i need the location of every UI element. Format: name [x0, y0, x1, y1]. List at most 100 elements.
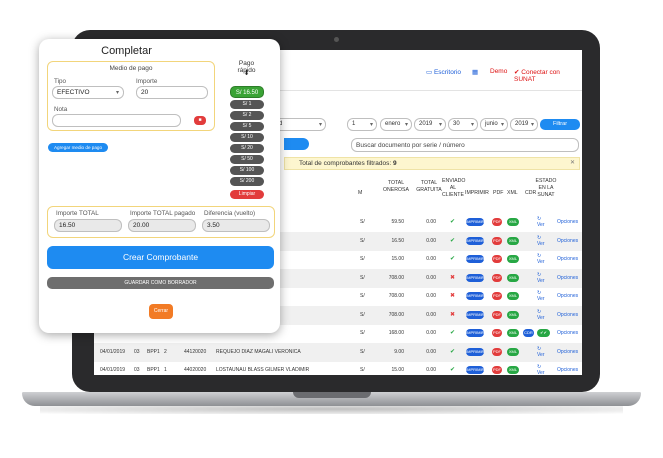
limpiar-button[interactable]: Limpiar	[230, 190, 264, 199]
imprimir-button[interactable]: IMPRIMIR	[466, 329, 484, 337]
pdf-button[interactable]: PDF	[492, 236, 502, 245]
tipo-select[interactable]: EFECTIVO	[52, 86, 124, 99]
ver-link[interactable]: ↻ Ver	[537, 216, 545, 228]
opciones-link[interactable]: Opciones	[557, 312, 578, 318]
opciones-link[interactable]: Opciones	[557, 293, 578, 299]
xml-button[interactable]: XML	[507, 347, 519, 356]
imprimir-button[interactable]: IMPRIMIR	[466, 366, 484, 374]
ver-link[interactable]: ↻ Ver	[537, 235, 545, 247]
day-from-select[interactable]: 1	[347, 118, 377, 131]
pdf-button[interactable]: PDF	[492, 329, 502, 337]
imprimir-button[interactable]: IMPRIMIR	[466, 255, 484, 263]
ver-link[interactable]: ↻ Ver	[537, 346, 545, 358]
cell-gratuita: 0.00	[426, 330, 436, 336]
year-to-select[interactable]: 2019	[510, 118, 538, 131]
imprimir-button[interactable]: IMPRIMIR	[466, 347, 484, 356]
quick-pay-exact-button[interactable]: S/ 16.50	[230, 86, 264, 98]
opciones-link[interactable]: Opciones	[557, 238, 578, 244]
month-from-select[interactable]: enero	[380, 118, 412, 131]
nota-input[interactable]	[52, 114, 181, 127]
xml-button[interactable]: XML	[507, 236, 519, 245]
xml-button[interactable]: XML	[507, 255, 519, 263]
nota-label: Nota	[54, 106, 68, 113]
pdf-button[interactable]: PDF	[492, 366, 502, 374]
cell-moneda: S/	[360, 348, 365, 355]
xml-button[interactable]: XML	[507, 366, 519, 374]
cdr-button[interactable]: CDR	[523, 329, 534, 337]
medio-pago-title: Medio de pago	[109, 65, 153, 72]
imprimir-button[interactable]: IMPRIMIR	[466, 273, 484, 282]
conectar-sunat-link[interactable]: ✔ Conectar con SUNAT	[514, 68, 582, 83]
xml-button[interactable]: XML	[507, 310, 519, 319]
imprimir-button[interactable]: IMPRIMIR	[466, 236, 484, 245]
pdf-button[interactable]: PDF	[492, 292, 502, 300]
opciones-link[interactable]: Opciones	[557, 367, 578, 373]
xml-button[interactable]: XML	[507, 218, 519, 226]
cell-tipo: 03	[134, 367, 140, 373]
ver-link[interactable]: ↻ Ver	[537, 253, 545, 265]
pdf-button[interactable]: PDF	[492, 347, 502, 356]
quick-pay-button[interactable]: S/ 200	[230, 177, 264, 186]
quick-pay-button[interactable]: S/ 5	[230, 122, 264, 131]
calculator-icon[interactable]: ▦	[472, 68, 478, 76]
cell-gratuita: 0.00	[426, 219, 436, 225]
importe-input[interactable]: 20	[136, 86, 208, 99]
crear-comprobante-button[interactable]: Crear Comprobante	[47, 246, 274, 269]
day-to-select[interactable]: 30	[448, 118, 478, 131]
cell-gratuita: 0.00	[426, 348, 436, 355]
pdf-button[interactable]: PDF	[492, 273, 502, 282]
imprimir-button[interactable]: IMPRIMIR	[466, 218, 484, 226]
search-input[interactable]: Buscar documento por serie / número	[351, 138, 579, 152]
opciones-link[interactable]: Opciones	[557, 330, 578, 336]
pdf-button[interactable]: PDF	[492, 310, 502, 319]
ver-link[interactable]: ↻ Ver	[537, 309, 545, 321]
cell-fecha: 04/01/2019	[100, 348, 126, 355]
check-icon: ✔	[450, 367, 456, 373]
check-icon: ✔	[450, 348, 456, 355]
quick-pay-button[interactable]: S/ 1	[230, 100, 264, 109]
year-from-select[interactable]: 2019	[414, 118, 446, 131]
cell-gratuita: 0.00	[426, 367, 436, 373]
guardar-borrador-button[interactable]: GUARDAR COMO BORRADOR	[47, 277, 274, 289]
cerrar-button[interactable]: Cerrar	[149, 304, 173, 319]
trash-icon[interactable]: ■	[194, 116, 206, 125]
quick-pay-button[interactable]: S/ 50	[230, 155, 264, 164]
pdf-button[interactable]: PDF	[492, 218, 502, 226]
demo-link[interactable]: Demo	[490, 68, 507, 75]
pdf-button[interactable]: PDF	[492, 255, 502, 263]
th-imprimir: IMPRIMIR	[465, 190, 489, 196]
th-envio: ENVIADO AL CLIENTE	[442, 178, 466, 198]
filter-type-select[interactable]: d	[274, 118, 326, 131]
escritorio-link[interactable]: ▭ Escritorio	[426, 68, 461, 76]
cell-moneda: S/	[360, 293, 365, 299]
th-pdf: PDF	[493, 190, 504, 196]
opciones-link[interactable]: Opciones	[557, 275, 578, 281]
cross-icon: ✖	[450, 293, 456, 299]
agregar-medio-button[interactable]: Agregar medio de pago	[48, 143, 108, 152]
xml-button[interactable]: XML	[507, 273, 519, 282]
blue-tab[interactable]	[284, 138, 309, 150]
ver-link[interactable]: ↻ Ver	[537, 272, 545, 284]
close-icon[interactable]: ✕	[570, 159, 575, 166]
xml-button[interactable]: XML	[507, 329, 519, 337]
ver-link[interactable]: ↻ Ver	[537, 364, 545, 375]
cell-gratuita: 0.00	[426, 237, 436, 244]
quick-pay-button[interactable]: S/ 2	[230, 111, 264, 120]
xml-button[interactable]: XML	[507, 292, 519, 300]
check-icon: ✔	[450, 330, 456, 336]
cell-moneda: S/	[360, 367, 365, 373]
opciones-link[interactable]: Opciones	[557, 256, 578, 262]
opciones-link[interactable]: Opciones	[557, 219, 578, 225]
filtrar-button[interactable]: Filtrar	[540, 119, 580, 130]
quick-pay-button[interactable]: S/ 10	[230, 133, 264, 142]
imprimir-button[interactable]: IMPRIMIR	[466, 292, 484, 300]
imprimir-button[interactable]: IMPRIMIR	[466, 310, 484, 319]
quick-pay-button[interactable]: S/ 20	[230, 144, 264, 153]
opciones-link[interactable]: Opciones	[557, 349, 578, 355]
ver-link[interactable]: ↻ Ver	[537, 290, 545, 302]
quick-pay-button[interactable]: S/ 100	[230, 166, 264, 175]
cell-serie: BPP1	[147, 348, 160, 355]
month-to-select[interactable]: junio	[480, 118, 508, 131]
cell-moneda: S/	[360, 274, 365, 281]
cell-documento: 44020020	[184, 367, 207, 373]
